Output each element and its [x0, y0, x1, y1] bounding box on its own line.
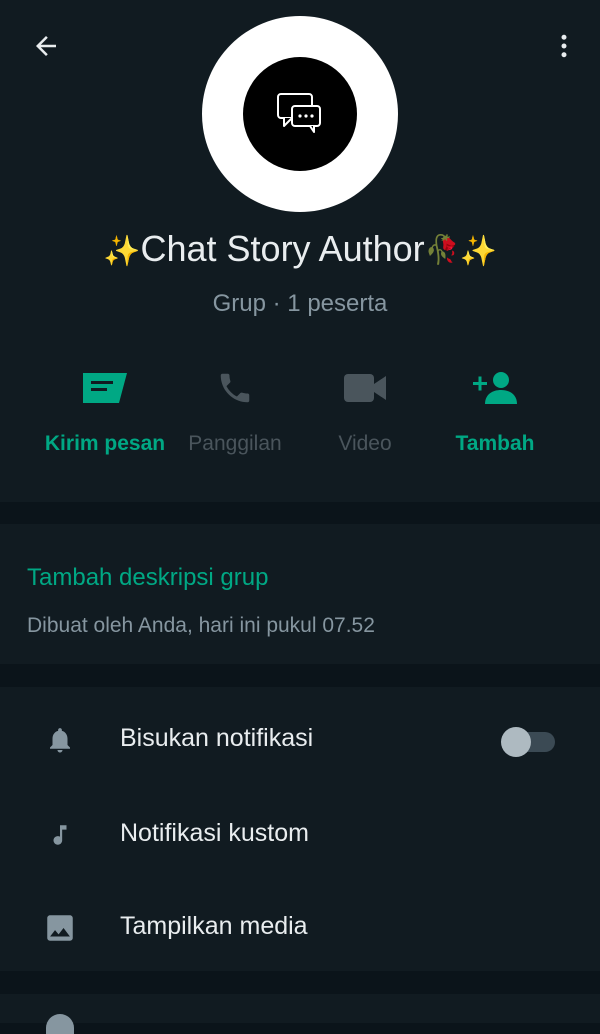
mute-notifications-row[interactable]: Bisukan notifikasi	[0, 692, 600, 782]
mute-notifications-toggle[interactable]	[499, 726, 555, 758]
bell-icon	[50, 728, 70, 753]
group-header: ✨Chat Story Author🥀✨ Grup · 1 peserta Ki…	[0, 0, 600, 502]
show-media-row[interactable]: Tampilkan media	[0, 880, 600, 970]
arrow-left-icon	[36, 36, 56, 56]
add-participant-label: Tambah	[455, 432, 535, 455]
voice-call-label: Panggilan	[188, 432, 282, 455]
show-media-label: Tampilkan media	[120, 912, 308, 940]
voice-call-button[interactable]: Panggilan	[170, 360, 300, 470]
action-row: Kirim pesan Panggilan Video Tambah	[0, 360, 600, 470]
videocam-icon	[344, 374, 386, 402]
add-participant-button[interactable]: Tambah	[430, 360, 560, 470]
person-add-icon	[473, 372, 517, 404]
wilted-flower-emoji: 🥀	[424, 234, 460, 265]
more-vert-icon	[561, 34, 567, 58]
group-avatar[interactable]	[202, 16, 398, 212]
add-description-link[interactable]: Tambah deskripsi grup	[27, 564, 268, 592]
mute-notifications-label: Bisukan notifikasi	[120, 724, 314, 752]
back-button[interactable]	[26, 26, 66, 66]
settings-section: Bisukan notifikasi Notifikasi kustom Tam…	[0, 687, 600, 971]
custom-notifications-label: Notifikasi kustom	[120, 819, 309, 847]
group-subtitle: Grup · 1 peserta	[212, 290, 388, 317]
partial-icon	[46, 1014, 74, 1034]
group-name: ✨Chat Story Author🥀✨	[0, 228, 600, 270]
avatar-inner	[243, 57, 357, 171]
created-by-text: Dibuat oleh Anda, hari ini pukul 07.52	[27, 614, 375, 637]
phone-icon	[220, 373, 250, 403]
image-icon	[47, 915, 73, 941]
music-note-icon	[53, 825, 67, 845]
message-icon	[83, 373, 127, 403]
next-section-partial	[0, 994, 600, 1034]
more-options-button[interactable]	[544, 26, 584, 66]
video-call-button[interactable]: Video	[300, 360, 430, 470]
sparkles-emoji-2: ✨	[459, 235, 497, 268]
custom-notifications-row[interactable]: Notifikasi kustom	[0, 787, 600, 877]
chat-bubbles-icon	[277, 93, 321, 133]
send-message-button[interactable]: Kirim pesan	[40, 360, 170, 470]
description-section: Tambah deskripsi grup Dibuat oleh Anda, …	[0, 524, 600, 664]
send-message-label: Kirim pesan	[44, 432, 166, 455]
video-call-label: Video	[338, 432, 392, 455]
sparkles-emoji: ✨	[103, 235, 141, 268]
group-name-text: Chat Story Author	[140, 228, 425, 269]
toggle-knob	[501, 727, 531, 757]
